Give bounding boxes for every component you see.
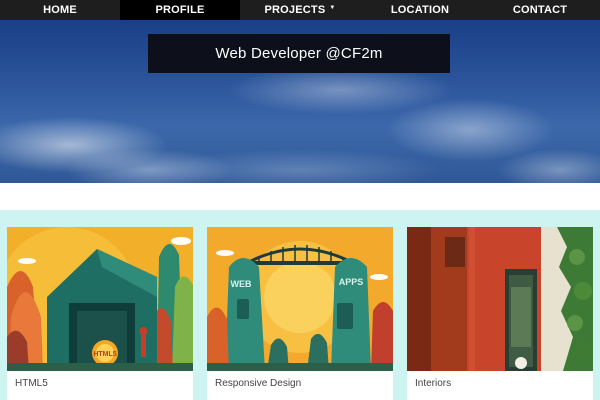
nav-profile-label: PROFILE [155, 4, 205, 16]
nav-projects[interactable]: PROJECTS ▼ [240, 0, 360, 20]
portfolio-card-html5[interactable]: HTML5 HTML5 [7, 227, 193, 400]
hero-banner: Web Developer @CF2m [0, 20, 600, 183]
portfolio-card-responsive-design[interactable]: WEB APPS Responsive Design [207, 227, 393, 400]
interior-wall-photo-image [407, 227, 593, 371]
nav-home[interactable]: HOME [0, 0, 120, 20]
portfolio-card-interiors[interactable]: Interiors [407, 227, 593, 400]
html5-illustration-image: HTML5 [7, 227, 193, 371]
card-label: Responsive Design [215, 378, 302, 389]
svg-text:WEB: WEB [231, 279, 252, 289]
hero-title-box: Web Developer @CF2m [148, 34, 450, 73]
nav-contact[interactable]: CONTACT [480, 0, 600, 20]
hero-title: Web Developer @CF2m [215, 45, 383, 62]
nav-home-label: HOME [43, 4, 77, 16]
main-nav: HOME PROFILE PROJECTS ▼ LOCATION CONTACT [0, 0, 600, 20]
nav-profile[interactable]: PROFILE [120, 0, 240, 20]
nav-contact-label: CONTACT [512, 4, 568, 16]
svg-text:HTML5: HTML5 [93, 351, 116, 358]
nav-projects-label: PROJECTS [264, 4, 326, 16]
web-apps-bridge-illustration-image: WEB APPS [207, 227, 393, 371]
nav-location[interactable]: LOCATION [360, 0, 480, 20]
card-label: HTML5 [15, 378, 48, 389]
card-label: Interiors [415, 378, 452, 389]
dropdown-caret-icon: ▼ [329, 5, 336, 11]
nav-location-label: LOCATION [390, 4, 450, 16]
svg-text:APPS: APPS [339, 277, 364, 287]
